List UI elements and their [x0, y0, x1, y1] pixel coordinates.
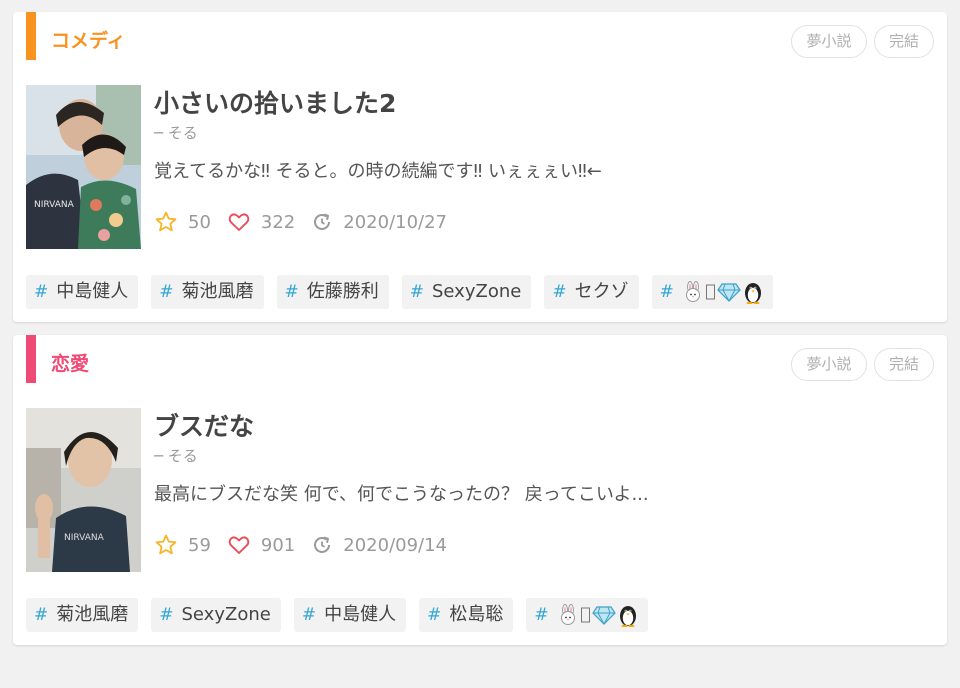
hash-icon: # [552, 282, 567, 302]
novel-summary: 覚えてるかな‼︎ そると。の時の続編です‼︎ いぇぇぇい‼︎← [154, 161, 602, 182]
genre-color-bar [26, 12, 36, 60]
rabbit-icon [685, 281, 700, 302]
tag-label: 菊池風磨 [56, 604, 129, 625]
hash-icon: # [34, 605, 49, 625]
hash-icon: # [159, 282, 174, 302]
hash-icon: # [284, 282, 299, 302]
novel-summary: 最高にブスだな笑 何で、何でこうなったの？ 戻ってこいよ... [154, 484, 649, 505]
star-count-value: 59 [188, 534, 211, 556]
type-badge: 夢小説 [791, 348, 867, 381]
heart-icon [228, 536, 250, 554]
cover-photo-icon: NIRVANA [26, 85, 141, 249]
tag-item[interactable]: # 中島健人 [293, 598, 407, 632]
novel-card[interactable]: コメディ 夢小説 完結 NIRVANA 小さいの拾いました2 ─ そる 覚えてる… [13, 12, 947, 322]
genre-label[interactable]: コメディ [51, 26, 126, 53]
gem-icon [717, 283, 741, 303]
tag-label: セクゾ [574, 281, 629, 302]
tag-label: 松島聡 [449, 604, 504, 625]
tag-item[interactable]: # 松島聡 [419, 598, 514, 632]
tag-item[interactable]: # 中島健人 [26, 275, 139, 309]
svg-text:NIRVANA: NIRVANA [34, 200, 75, 210]
tag-label: 佐藤勝利 [306, 281, 379, 302]
star-count: 50 [154, 210, 211, 234]
tag-item[interactable]: # 佐藤勝利 [276, 275, 389, 309]
tag-item-emoji[interactable]: # [526, 598, 648, 632]
genre-label[interactable]: 恋愛 [51, 349, 89, 376]
novel-title[interactable]: ブスだな [154, 407, 254, 443]
hash-icon: # [659, 282, 674, 302]
hash-icon: # [427, 605, 442, 625]
genre-color-bar [26, 335, 36, 383]
heart-icon [228, 213, 250, 231]
tag-label: 菊池風磨 [181, 281, 254, 302]
like-count-value: 322 [260, 211, 296, 233]
update-icon [314, 536, 331, 553]
author-name[interactable]: ─ そる [154, 122, 198, 143]
stats-row: 50 322 2020/10/27 [154, 207, 463, 237]
tag-item[interactable]: # 菊池風磨 [26, 598, 139, 632]
tag-item[interactable]: # SexyZone [151, 598, 281, 632]
emoji-tag [682, 280, 763, 304]
star-icon [705, 284, 715, 300]
status-badge: 完結 [874, 25, 934, 58]
like-count: 901 [227, 533, 295, 557]
updated-date: 2020/09/14 [311, 534, 447, 556]
tag-label: 中島健人 [324, 604, 397, 625]
update-icon [314, 213, 331, 230]
novel-card[interactable]: 恋愛 夢小説 完結 NIRVANA ブスだな ─ そる 最高にブスだな笑 何で、… [13, 335, 947, 645]
cover-image[interactable]: NIRVANA [26, 85, 141, 249]
novel-title[interactable]: 小さいの拾いました2 [154, 84, 396, 120]
star-count: 59 [154, 533, 211, 557]
rabbit-icon [560, 604, 575, 625]
stats-row: 59 901 2020/09/14 [154, 530, 463, 560]
tag-label: SexyZone [181, 604, 271, 625]
tag-item[interactable]: # 菊池風磨 [151, 275, 264, 309]
like-count: 322 [227, 210, 295, 234]
cover-photo-icon: NIRVANA [26, 408, 141, 572]
svg-text:NIRVANA: NIRVANA [64, 533, 105, 543]
hash-icon: # [34, 282, 49, 302]
tag-item[interactable]: # セクゾ [544, 275, 639, 309]
star-count-value: 50 [188, 211, 211, 233]
tag-item[interactable]: # SexyZone [401, 275, 532, 309]
updated-date-value: 2020/10/27 [343, 211, 448, 233]
status-badge: 完結 [874, 348, 934, 381]
hash-icon: # [409, 282, 424, 302]
cover-image[interactable]: NIRVANA [26, 408, 141, 572]
hash-icon: # [301, 605, 317, 625]
penguin-icon [744, 283, 761, 304]
like-count-value: 901 [260, 534, 296, 556]
top-edge [0, 0, 960, 6]
tag-label: SexyZone [432, 281, 522, 302]
updated-date: 2020/10/27 [311, 211, 447, 233]
hash-icon: # [159, 605, 174, 625]
tag-item-emoji[interactable]: # [651, 275, 773, 309]
author-name[interactable]: ─ そる [154, 445, 198, 466]
tag-label: 中島健人 [56, 281, 129, 302]
updated-date-value: 2020/09/14 [343, 534, 448, 556]
star-icon [155, 211, 177, 232]
star-icon [155, 534, 177, 555]
tag-list: # 菊池風磨 # SexyZone # 中島健人 # 松島聡 # [26, 598, 661, 632]
emoji-tag [557, 603, 638, 627]
tag-list: # 中島健人 # 菊池風磨 # 佐藤勝利 # SexyZone # セクゾ # [26, 275, 786, 309]
type-badge: 夢小説 [791, 25, 867, 58]
penguin-icon [619, 606, 636, 627]
gem-icon [591, 606, 616, 626]
star-icon [580, 607, 590, 623]
hash-icon: # [534, 605, 549, 625]
